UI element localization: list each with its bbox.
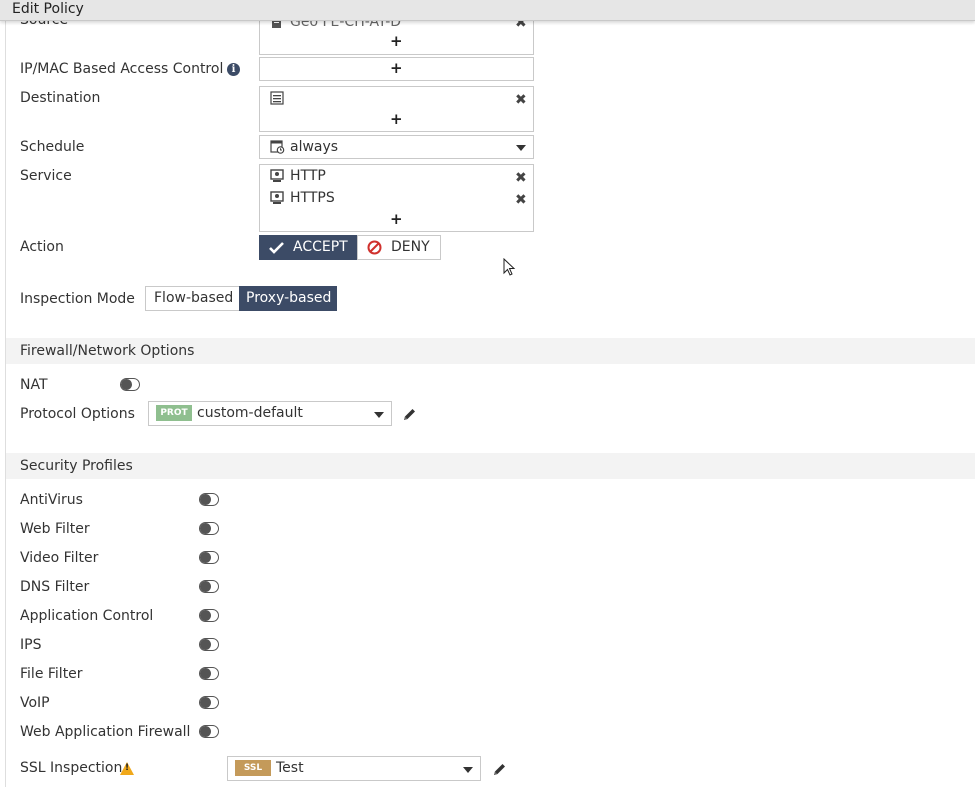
- antivirus-label: AntiVirus: [20, 492, 83, 508]
- dns-filter-toggle[interactable]: [199, 580, 219, 593]
- web-filter-label: Web Filter: [20, 521, 90, 537]
- dns-filter-label: DNS Filter: [20, 579, 90, 595]
- ssl-inspection-select[interactable]: SSL Test: [227, 756, 481, 781]
- accept-label: ACCEPT: [293, 239, 348, 255]
- caret-down-icon[interactable]: [374, 412, 384, 418]
- mouse-cursor-icon: [503, 258, 516, 276]
- inspection-mode-label: Inspection Mode: [20, 291, 135, 307]
- address-icon: [270, 91, 284, 105]
- nat-label: NAT: [20, 377, 48, 393]
- firewall-section-title: Firewall/Network Options: [20, 343, 195, 359]
- pencil-icon[interactable]: [492, 762, 507, 777]
- service-icon: [270, 191, 284, 204]
- deny-button[interactable]: DENY: [357, 235, 441, 260]
- voip-toggle[interactable]: [199, 696, 219, 709]
- flow-based-label: Flow-based: [154, 290, 234, 306]
- service-label: Service: [20, 168, 72, 184]
- service-entry-https: HTTPS: [290, 190, 335, 206]
- web-filter-toggle[interactable]: [199, 522, 219, 535]
- destination-label: Destination: [20, 90, 101, 106]
- ssl-badge: SSL: [235, 760, 271, 776]
- info-icon[interactable]: i: [227, 63, 240, 76]
- action-label: Action: [20, 239, 64, 255]
- ipmac-field[interactable]: +: [259, 57, 534, 81]
- waf-toggle[interactable]: [199, 725, 219, 738]
- service-field[interactable]: HTTP ✖ HTTPS ✖ +: [259, 164, 534, 232]
- application-control-label: Application Control: [20, 608, 154, 624]
- protocol-options-value: custom-default: [197, 405, 303, 421]
- waf-label: Web Application Firewall: [20, 724, 191, 740]
- close-icon[interactable]: ✖: [515, 93, 527, 107]
- protocol-options-select[interactable]: PROT custom-default: [148, 401, 392, 426]
- video-filter-label: Video Filter: [20, 550, 99, 566]
- caret-down-icon[interactable]: [463, 767, 473, 773]
- nat-toggle[interactable]: [120, 378, 140, 391]
- ips-toggle[interactable]: [199, 638, 219, 651]
- voip-label: VoIP: [20, 695, 50, 711]
- dialog-title-bar: Edit Policy: [0, 0, 975, 21]
- security-section-header: Security Profiles: [6, 453, 975, 479]
- schedule-icon: [270, 140, 285, 154]
- file-filter-label: File Filter: [20, 666, 83, 682]
- ips-label: IPS: [20, 637, 42, 653]
- flow-based-option[interactable]: Flow-based: [145, 286, 240, 311]
- check-icon: [269, 242, 284, 254]
- service-entry-http: HTTP: [290, 168, 326, 184]
- security-section-title: Security Profiles: [20, 458, 133, 474]
- prot-badge: PROT: [156, 405, 192, 421]
- source-add-button[interactable]: +: [390, 34, 403, 49]
- destination-add-button[interactable]: +: [390, 112, 403, 127]
- accept-button[interactable]: ACCEPT: [259, 235, 358, 260]
- video-filter-toggle[interactable]: [199, 551, 219, 564]
- service-icon: [270, 169, 284, 182]
- close-icon[interactable]: ✖: [515, 171, 527, 185]
- service-add-button[interactable]: +: [390, 212, 403, 227]
- proxy-based-option[interactable]: Proxy-based: [239, 286, 337, 311]
- schedule-value: always: [290, 139, 339, 155]
- close-icon[interactable]: ✖: [515, 193, 527, 207]
- deny-icon: [367, 240, 382, 255]
- proxy-based-label: Proxy-based: [246, 290, 332, 306]
- deny-label: DENY: [391, 239, 430, 255]
- file-filter-toggle[interactable]: [199, 667, 219, 680]
- ssl-inspection-value: Test: [276, 760, 304, 776]
- warning-icon: !: [120, 762, 134, 775]
- firewall-section-header: Firewall/Network Options: [6, 338, 975, 364]
- pencil-icon[interactable]: [402, 407, 417, 422]
- destination-field[interactable]: ✖ +: [259, 86, 534, 132]
- ipmac-label: IP/MAC Based Access Control: [20, 61, 224, 77]
- caret-down-icon[interactable]: [516, 145, 526, 151]
- schedule-label: Schedule: [20, 139, 85, 155]
- schedule-select[interactable]: always: [259, 135, 534, 159]
- left-divider: [5, 20, 6, 787]
- ssl-inspection-label: SSL Inspection: [20, 760, 123, 776]
- ipmac-add-button[interactable]: +: [390, 61, 403, 76]
- dialog-title: Edit Policy: [12, 1, 84, 17]
- antivirus-toggle[interactable]: [199, 493, 219, 506]
- protocol-options-label: Protocol Options: [20, 406, 135, 422]
- application-control-toggle[interactable]: [199, 609, 219, 622]
